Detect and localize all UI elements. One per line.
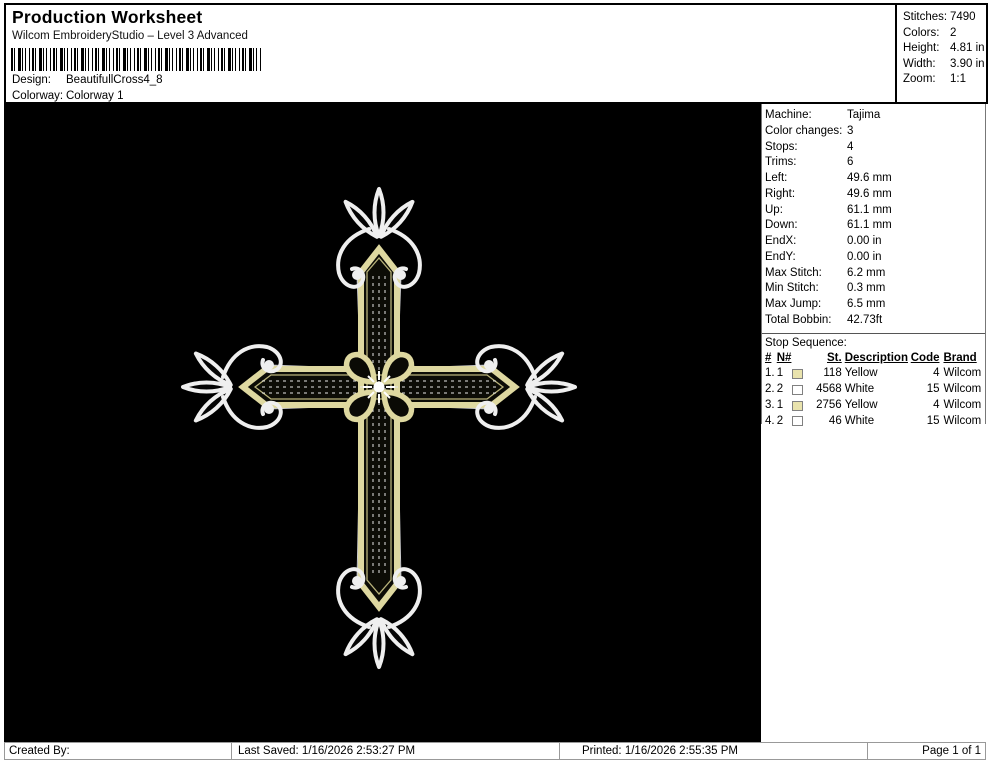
design-row: Design: BeautifullCross4_8 (12, 74, 163, 86)
machine-rows: Machine: Tajima Color changes: 3 Stops: 4 T… (762, 104, 985, 331)
stat-row-height: Height: 4.81 in (903, 41, 986, 57)
machine-row: Right: 49.6 mm (765, 187, 892, 200)
machine-row: Max Jump: 6.5 mm (765, 298, 886, 310)
height-label: Height: (903, 42, 940, 55)
machine-row: Min Stitch: 0.3 mm (765, 282, 886, 295)
machine-row: Down: 61.1 mm (765, 219, 892, 232)
stat-row-stitches: Stitches: 7490 (903, 10, 986, 26)
zoom-value: 1:1 (950, 73, 966, 86)
design-preview-area (4, 104, 761, 742)
machine-row: Stops: 4 (765, 140, 854, 153)
stitches-label: Stitches: (903, 11, 948, 23)
design-label: Design: (12, 74, 51, 86)
thread-color-swatch (792, 369, 804, 380)
stop-sequence-row: 4. 2 46 White 15 Wilcom (765, 414, 982, 427)
embroidery-cross-design (4, 104, 761, 742)
zoom-label: Zoom: (903, 73, 936, 86)
footer: Created By: Last Saved: 1/16/2026 2:53:2… (4, 742, 986, 760)
machine-row: Color changes: 3 (765, 124, 854, 137)
design-barcode (11, 48, 261, 71)
page-title: Production Worksheet (12, 7, 203, 27)
colorway-label: Colorway: (12, 90, 64, 102)
header: Production Worksheet Wilcom EmbroiderySt… (4, 3, 988, 104)
production-worksheet-page: Production Worksheet Wilcom EmbroiderySt… (0, 0, 990, 762)
machine-row: EndY: 0.00 in (765, 250, 882, 263)
colorway-value: Colorway 1 (66, 90, 124, 102)
running-stitch-lines (262, 276, 496, 576)
machine-info-panel: Machine: Tajima Color changes: 3 Stops: 4 T… (761, 104, 986, 427)
design-value: BeautifullCross4_8 (66, 74, 163, 86)
width-value: 3.90 in (950, 57, 985, 70)
machine-row: Left: 49.6 mm (765, 172, 892, 184)
machine-row: Max Stitch: 6.2 mm (765, 266, 886, 279)
header-left: Production Worksheet Wilcom EmbroiderySt… (6, 5, 895, 102)
machine-row: Up: 61.1 mm (765, 203, 892, 216)
created-by-cell: Created By: (4, 742, 232, 760)
software-version-label: Wilcom EmbroideryStudio – Level 3 Advanc… (12, 30, 248, 42)
stat-row-colors: Colors: 2 (903, 26, 986, 42)
machine-row: Machine: Tajima (765, 109, 881, 121)
stop-sequence-row: 1. 1 118 Yellow 4 Wilcom (765, 367, 982, 380)
last-saved-cell: Last Saved: 1/16/2026 2:53:27 PM (232, 742, 560, 760)
machine-row: Total Bobbin: 42.73ft (765, 313, 883, 326)
stop-sequence-title: Stop Sequence: (765, 336, 847, 349)
stop-sequence-header: # N# St. Description Code Brand (765, 351, 977, 364)
width-label: Width: (903, 57, 936, 70)
printed-cell: Printed: 1/16/2026 2:55:35 PM (560, 742, 868, 760)
stat-row-width: Width: 3.90 in (903, 57, 986, 73)
stat-row-zoom: Zoom: 1:1 (903, 72, 986, 88)
page-number-cell: Page 1 of 1 (868, 742, 986, 760)
colorway-row: Colorway: Colorway 1 (12, 90, 124, 102)
design-stats-box: Stitches: 7490 Colors: 2 Height: 4.81 in… (895, 5, 986, 102)
colors-label: Colors: (903, 26, 940, 39)
colors-value: 2 (950, 26, 957, 39)
stop-sequence-row: 2. 2 4568 White 15 Wilcom (765, 383, 982, 395)
machine-row: Trims: 6 (765, 156, 854, 169)
stitches-value: 7490 (950, 11, 976, 23)
thread-color-swatch (792, 416, 804, 427)
stop-sequence-row: 3. 1 2756 Yellow 4 Wilcom (765, 398, 982, 411)
thread-color-swatch (792, 384, 804, 395)
thread-color-swatch (792, 400, 804, 411)
machine-row: EndX: 0.00 in (765, 235, 882, 247)
height-value: 4.81 in (950, 42, 985, 55)
